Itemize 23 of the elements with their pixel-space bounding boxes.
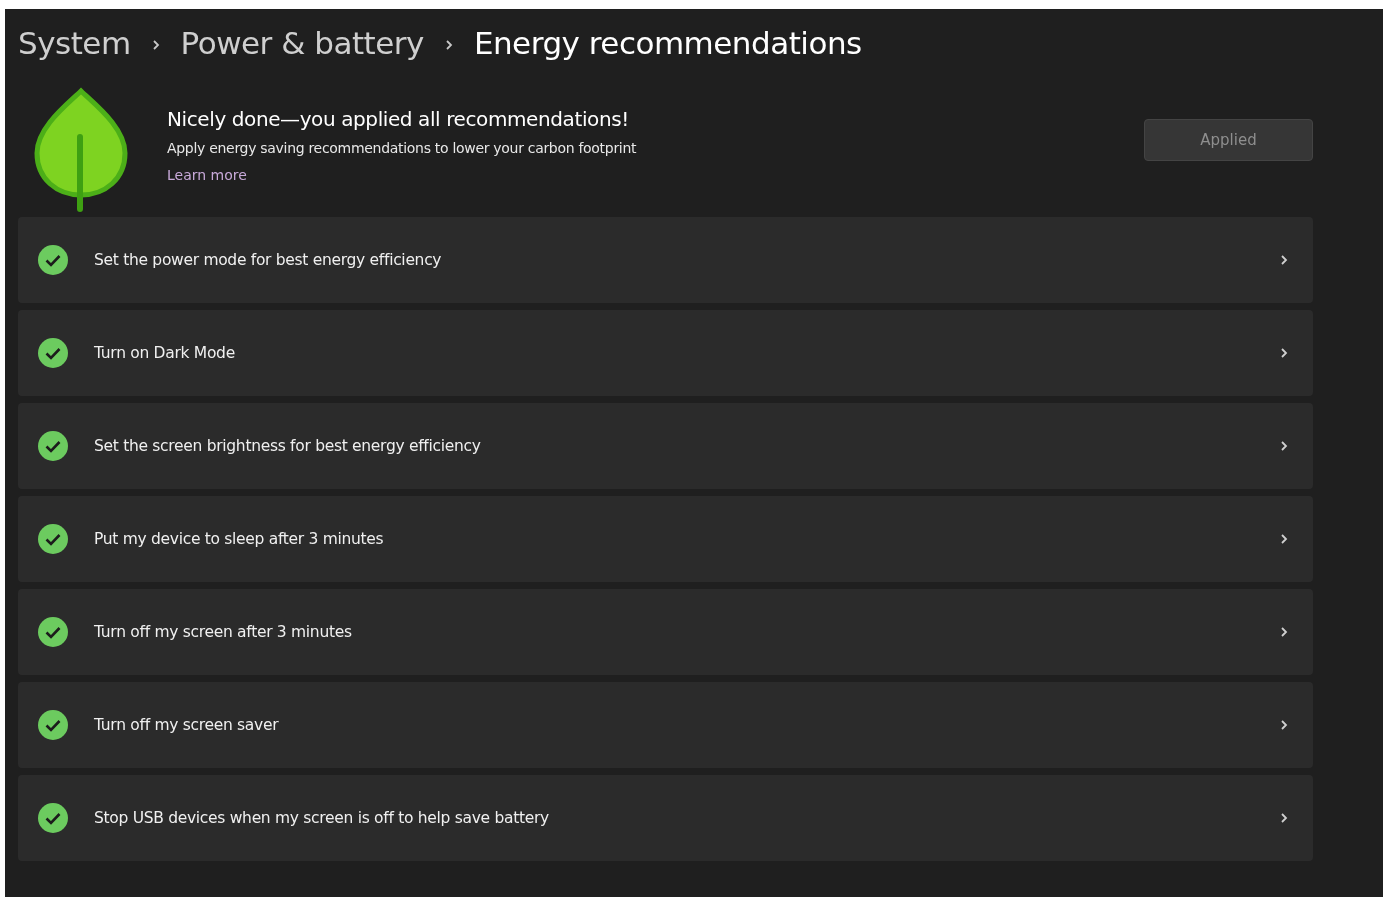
chevron-icon [443,38,454,52]
recommendation-row[interactable]: Set the screen brightness for best energy efficiency [18,403,1313,489]
recommendation-row[interactable]: Turn on Dark Mode [18,310,1313,396]
recommendation-row[interactable]: Turn off my screen saver [18,682,1313,768]
recommendation-row[interactable]: Turn off my screen after 3 minutes [18,589,1313,675]
recommendation-label: Stop USB devices when my screen is off to help save battery [94,809,550,827]
recommendation-row[interactable]: Stop USB devices when my screen is off to help save battery [18,775,1313,861]
leaf-icon [33,87,129,213]
breadcrumb-item[interactable]: System [18,25,131,61]
breadcrumb-item: Energy recommendations [473,25,862,61]
recommendation-row[interactable]: Put my device to sleep after 3 minutes [18,496,1313,582]
recommendation-label: Set the screen brightness for best energy efficiency [94,437,482,455]
breadcrumb-item[interactable]: Power & battery [180,25,424,61]
recommendation-label: Turn off my screen saver [94,716,280,734]
banner-subtitle: Apply energy saving recommendations to lower your carbon footprint [167,140,638,156]
recommendation-label: Put my device to sleep after 3 minutes [94,530,385,548]
recommendation-row[interactable]: Set the power mode for best energy efficiency [18,217,1313,303]
learn-more-link[interactable]: Learn more [167,167,247,183]
banner-title: Nicely done—you applied all recommendations! [167,107,630,131]
recommendation-label: Turn off my screen after 3 minutes [94,623,353,641]
recommendation-label: Turn on Dark Mode [94,344,236,362]
recommendation-label: Set the power mode for best energy efficiency [94,251,443,269]
chevron-icon [150,38,161,52]
